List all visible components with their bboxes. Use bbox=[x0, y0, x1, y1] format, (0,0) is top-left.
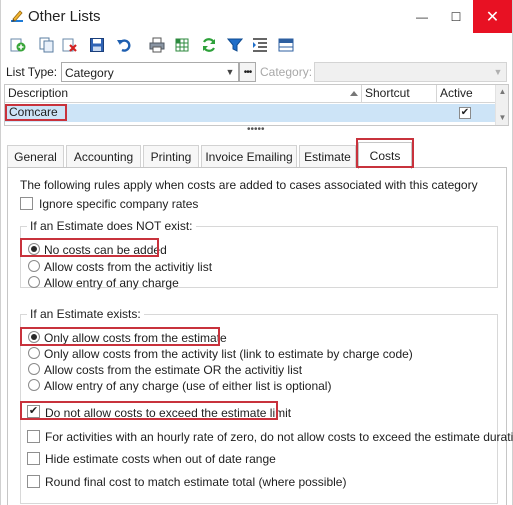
grid-scrollbar[interactable]: ▲ ▼ bbox=[495, 85, 508, 125]
radio-any-charge-optional[interactable] bbox=[28, 379, 40, 391]
no-estimate-group-title: If an Estimate does NOT exist: bbox=[27, 219, 196, 233]
radio-estimate-or-activity[interactable] bbox=[28, 363, 40, 375]
refresh-icon[interactable] bbox=[200, 36, 218, 54]
costs-tab-panel: The following rules apply when costs are… bbox=[7, 167, 513, 505]
save-icon[interactable] bbox=[88, 36, 106, 54]
tab-printing[interactable]: Printing bbox=[143, 145, 199, 168]
scroll-down-icon[interactable]: ▼ bbox=[498, 113, 507, 122]
radio-activity-list[interactable] bbox=[28, 260, 40, 272]
export-icon[interactable] bbox=[173, 36, 191, 54]
delete-icon[interactable] bbox=[61, 36, 79, 54]
column-header-description-label: Description bbox=[8, 86, 69, 100]
zero-rate-duration-label[interactable]: For activities with an hourly rate of ze… bbox=[45, 430, 513, 444]
tab-accounting[interactable]: Accounting bbox=[66, 145, 141, 168]
radio-any-charge-optional-label[interactable]: Allow entry of any charge (use of either… bbox=[44, 379, 331, 393]
costs-intro-text: The following rules apply when costs are… bbox=[20, 178, 478, 192]
no-exceed-limit-checkbox[interactable]: ✔ bbox=[27, 405, 40, 418]
close-button[interactable]: ✕ bbox=[473, 0, 512, 33]
minimize-button[interactable]: — bbox=[405, 0, 439, 33]
hide-out-of-range-checkbox[interactable] bbox=[27, 452, 40, 465]
ignore-company-rates-label: Ignore specific company rates bbox=[39, 197, 199, 211]
undo-icon[interactable] bbox=[115, 36, 133, 54]
zero-rate-duration-checkbox[interactable] bbox=[27, 430, 40, 443]
tab-costs[interactable]: Costs bbox=[358, 142, 412, 169]
radio-any-charge[interactable] bbox=[28, 276, 40, 288]
ignore-company-rates-checkbox[interactable] bbox=[20, 197, 33, 210]
copy-icon[interactable] bbox=[38, 36, 56, 54]
estimate-exists-group-title: If an Estimate exists: bbox=[27, 307, 144, 321]
radio-estimate-or-activity-label[interactable]: Allow costs from the estimate OR the act… bbox=[44, 363, 302, 377]
indent-icon[interactable] bbox=[251, 36, 269, 54]
list-type-value: Category bbox=[65, 66, 114, 80]
maximize-button[interactable]: ☐ bbox=[439, 0, 473, 33]
round-final-cost-label[interactable]: Round final cost to match estimate total… bbox=[45, 475, 346, 489]
column-header-shortcut[interactable]: Shortcut bbox=[362, 85, 437, 103]
list-type-label: List Type: bbox=[6, 65, 58, 79]
radio-only-estimate[interactable] bbox=[28, 331, 40, 343]
hide-out-of-range-label[interactable]: Hide estimate costs when out of date ran… bbox=[45, 452, 276, 466]
filter-row: List Type: Category ▼ ••• Category: ▼ bbox=[1, 59, 512, 83]
list-type-ellipsis-button[interactable]: ••• bbox=[239, 62, 256, 82]
chevron-down-icon[interactable]: ▼ bbox=[490, 63, 506, 81]
radio-any-charge-label[interactable]: Allow entry of any charge bbox=[44, 276, 179, 290]
add-icon[interactable] bbox=[9, 36, 27, 54]
filter-icon[interactable] bbox=[226, 36, 244, 54]
cell-shortcut[interactable] bbox=[362, 104, 437, 122]
window-title: Other Lists bbox=[28, 8, 101, 25]
tab-strip: General Accounting Printing Invoice Emai… bbox=[7, 142, 507, 169]
radio-no-costs-label[interactable]: No costs can be added bbox=[44, 243, 167, 257]
round-final-cost-checkbox[interactable] bbox=[27, 475, 40, 488]
column-header-active[interactable]: Active bbox=[437, 85, 495, 103]
list-grid: Description Shortcut Active Comcare ✔ ▲ … bbox=[4, 84, 509, 126]
chevron-down-icon[interactable]: ▼ bbox=[222, 63, 238, 81]
radio-only-activity-list[interactable] bbox=[28, 347, 40, 359]
title-bar: Other Lists — ☐ ✕ bbox=[1, 0, 512, 33]
grid-header: Description Shortcut Active bbox=[5, 85, 495, 103]
cell-description[interactable]: Comcare bbox=[5, 104, 362, 122]
print-icon[interactable] bbox=[148, 36, 166, 54]
splitter-handle[interactable]: ••••• bbox=[247, 125, 265, 135]
other-lists-window: Other Lists — ☐ ✕ List Type: Category ▼ … bbox=[0, 0, 513, 505]
radio-activity-list-label[interactable]: Allow costs from the activitiy list bbox=[44, 260, 212, 274]
app-pencil-icon bbox=[9, 8, 25, 24]
category-label: Category: bbox=[260, 65, 313, 79]
no-exceed-limit-label[interactable]: Do not allow costs to exceed the estimat… bbox=[45, 406, 291, 420]
tab-general[interactable]: General bbox=[7, 145, 64, 168]
radio-only-activity-list-label[interactable]: Only allow costs from the activity list … bbox=[44, 347, 413, 361]
sort-ascending-icon bbox=[350, 91, 358, 96]
column-header-description[interactable]: Description bbox=[5, 85, 362, 103]
toolbar bbox=[1, 33, 512, 59]
radio-no-costs[interactable] bbox=[28, 243, 40, 255]
category-combo[interactable]: ▼ bbox=[314, 62, 507, 82]
layout-icon[interactable] bbox=[277, 36, 295, 54]
table-row[interactable]: Comcare ✔ bbox=[5, 104, 495, 122]
tab-estimate[interactable]: Estimate bbox=[299, 145, 356, 168]
scroll-up-icon[interactable]: ▲ bbox=[498, 87, 507, 96]
cell-active-checkbox[interactable]: ✔ bbox=[459, 107, 471, 119]
radio-only-estimate-label[interactable]: Only allow costs from the estimate bbox=[44, 331, 227, 345]
tab-invoice-emailing[interactable]: Invoice Emailing bbox=[201, 145, 297, 168]
list-type-combo[interactable]: Category ▼ bbox=[61, 62, 239, 82]
